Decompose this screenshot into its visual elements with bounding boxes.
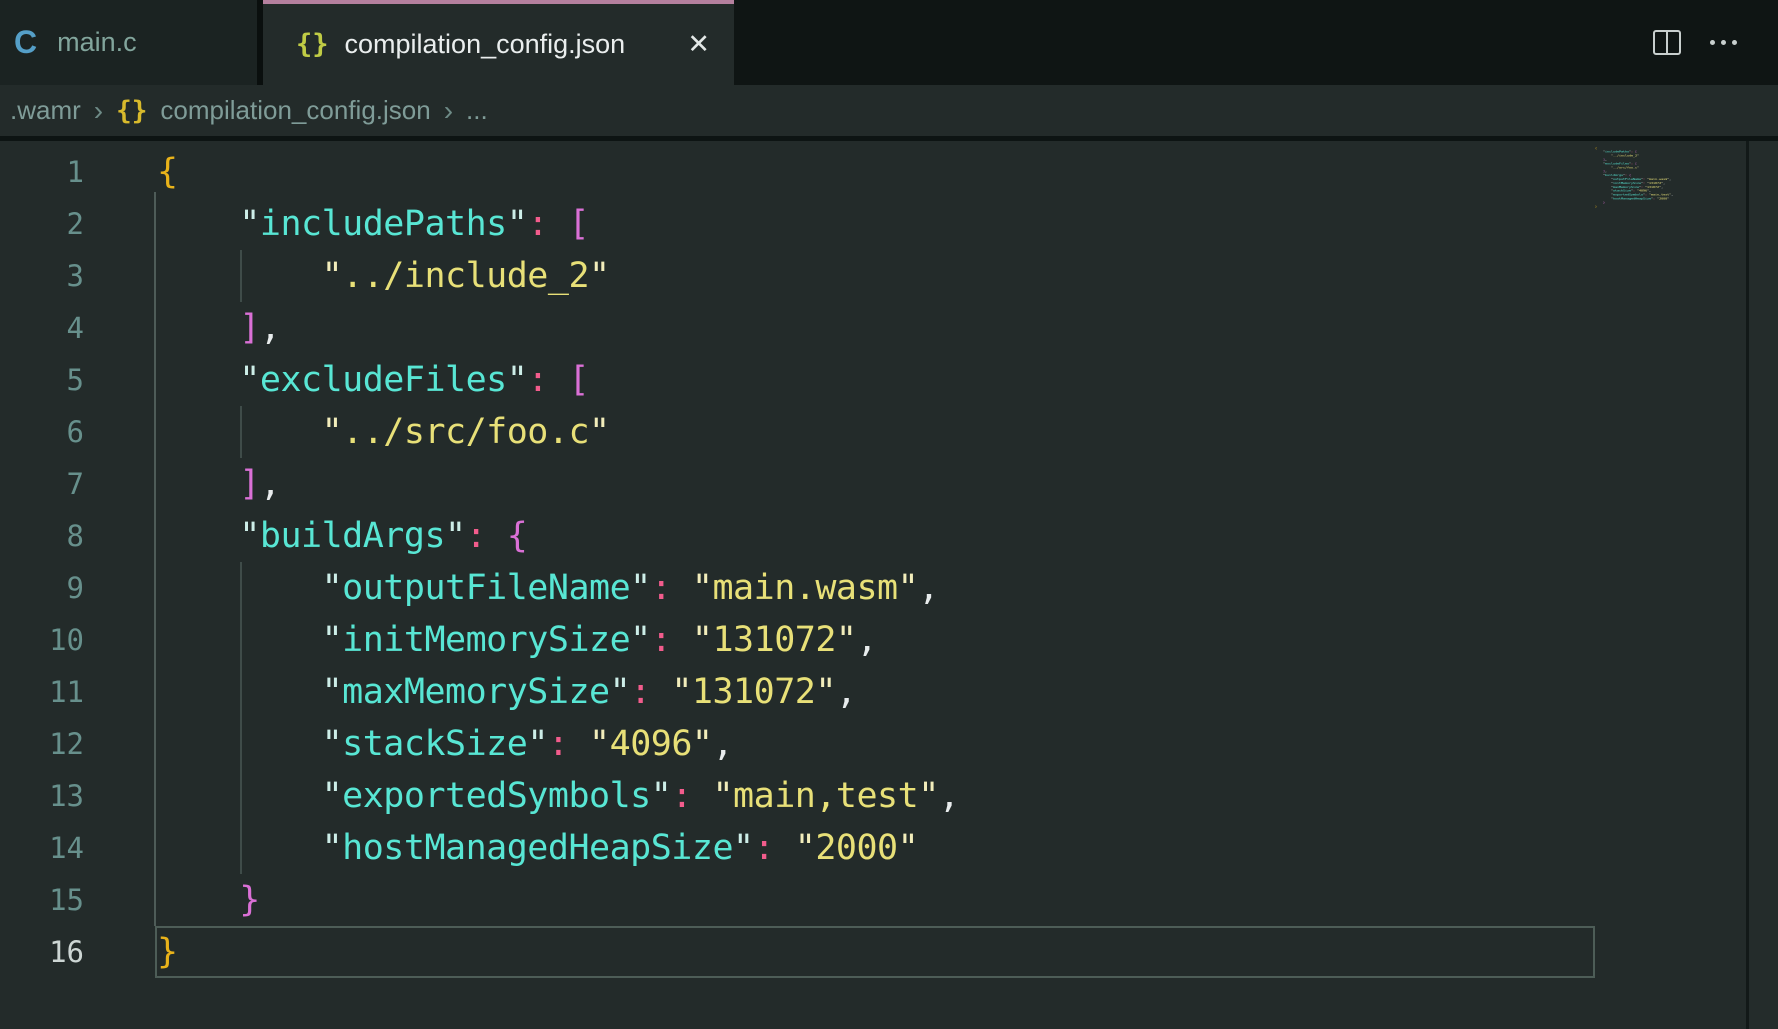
json-braces-icon: {} [116, 96, 147, 126]
breadcrumb: .wamr › {} compilation_config.json › ... [0, 85, 1778, 136]
code-line-3[interactable]: "../include_2" [0, 250, 1588, 302]
chevron-right-icon: › [94, 95, 103, 127]
minimap-content: { "includePaths": [ "../include_2" ], "e… [1595, 146, 1609, 208]
code-line-9[interactable]: "outputFileName": "main.wasm", [0, 562, 1588, 614]
code-line-14[interactable]: "hostManagedHeapSize": "2000" [0, 822, 1588, 874]
code-line-12[interactable]: "stackSize": "4096", [0, 718, 1588, 770]
tab-compilation-config-json[interactable]: {} compilation_config.json ✕ [263, 0, 734, 85]
vertical-scrollbar[interactable] [1749, 141, 1778, 1029]
minimap[interactable]: { "includePaths": [ "../include_2" ], "e… [1595, 146, 1745, 256]
tab-label: main.c [57, 27, 137, 58]
minimap-line: } [1595, 205, 1609, 209]
tab-bar: C main.c {} compilation_config.json ✕ [0, 0, 1778, 85]
code-line-8[interactable]: "buildArgs": { [0, 510, 1588, 562]
code-line-1[interactable]: { [0, 146, 1588, 198]
vscode-editor-window: C main.c {} compilation_config.json ✕ .w… [0, 0, 1778, 1029]
code-line-11[interactable]: "maxMemorySize": "131072", [0, 666, 1588, 718]
editor-actions [1653, 0, 1737, 85]
breadcrumb-item-file[interactable]: compilation_config.json [160, 95, 430, 126]
tab-label: compilation_config.json [345, 29, 626, 60]
code-line-15[interactable]: } [0, 874, 1588, 926]
code-line-2[interactable]: "includePaths": [ [0, 198, 1588, 250]
more-actions-icon[interactable] [1710, 40, 1737, 45]
breadcrumb-item-wamr[interactable]: .wamr [10, 95, 81, 126]
code-line-7[interactable]: ], [0, 458, 1588, 510]
code-line-16[interactable]: } [0, 926, 1588, 978]
json-braces-icon: {} [296, 29, 329, 60]
code-area[interactable]: { "includePaths": [ "../include_2" ], "e… [0, 146, 1588, 978]
split-editor-divider [1666, 32, 1668, 53]
code-line-10[interactable]: "initMemorySize": "131072", [0, 614, 1588, 666]
code-line-5[interactable]: "excludeFiles": [ [0, 354, 1588, 406]
chevron-right-icon: › [444, 95, 453, 127]
editor-pane[interactable]: 12345678910111213141516 { "includePaths"… [0, 141, 1778, 1029]
close-icon[interactable]: ✕ [687, 29, 710, 60]
split-editor-icon[interactable] [1653, 30, 1681, 55]
code-line-13[interactable]: "exportedSymbols": "main,test", [0, 770, 1588, 822]
tab-main-c[interactable]: C main.c [0, 0, 257, 85]
breadcrumb-item-symbol-ellipsis[interactable]: ... [466, 95, 488, 126]
c-language-icon: C [14, 24, 37, 61]
code-line-4[interactable]: ], [0, 302, 1588, 354]
code-line-6[interactable]: "../src/foo.c" [0, 406, 1588, 458]
